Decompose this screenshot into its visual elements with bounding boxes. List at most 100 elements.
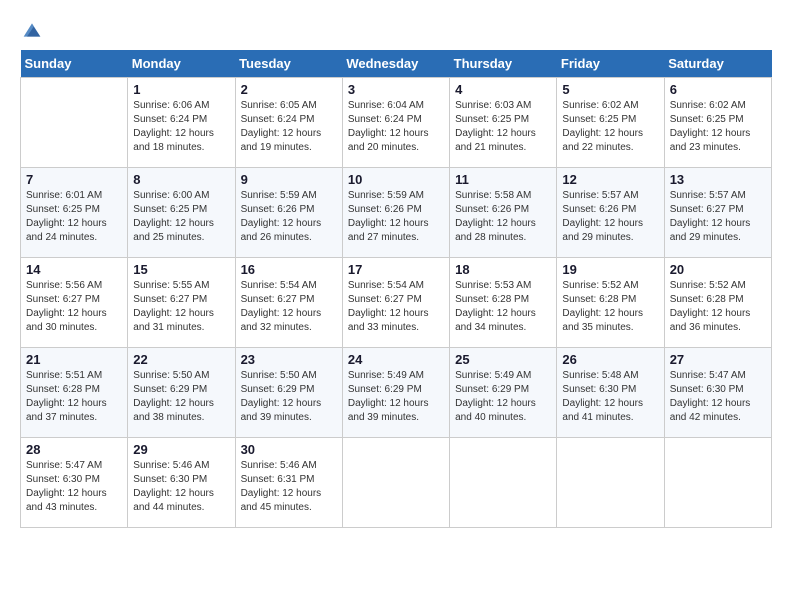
- day-info: Sunrise: 6:02 AMSunset: 6:25 PMDaylight:…: [562, 99, 658, 155]
- calendar-cell: 29 Sunrise: 5:46 AMSunset: 6:30 PMDayligh…: [128, 438, 235, 528]
- calendar-cell: 2 Sunrise: 6:05 AMSunset: 6:24 PMDaylight…: [235, 78, 342, 168]
- calendar-cell: 19 Sunrise: 5:52 AMSunset: 6:28 PMDayligh…: [557, 258, 664, 348]
- day-number: 2: [241, 82, 337, 97]
- day-info: Sunrise: 5:52 AMSunset: 6:28 PMDaylight:…: [562, 279, 658, 335]
- calendar-body: 1 Sunrise: 6:06 AMSunset: 6:24 PMDaylight…: [21, 78, 772, 528]
- day-info: Sunrise: 6:02 AMSunset: 6:25 PMDaylight:…: [670, 99, 766, 155]
- day-info: Sunrise: 5:46 AMSunset: 6:31 PMDaylight:…: [241, 459, 337, 515]
- weekday-row: SundayMondayTuesdayWednesdayThursdayFrid…: [21, 50, 772, 78]
- calendar-cell: 18Sunrise: 5:53 AMSunset: 6:28 PMDayligh…: [450, 258, 557, 348]
- calendar-cell: 1 Sunrise: 6:06 AMSunset: 6:24 PMDaylight…: [128, 78, 235, 168]
- day-info: Sunrise: 5:54 AMSunset: 6:27 PMDaylight:…: [241, 279, 337, 335]
- week-row-2: 14Sunrise: 5:56 AMSunset: 6:27 PMDayligh…: [21, 258, 772, 348]
- calendar-cell: 4Sunrise: 6:03 AMSunset: 6:25 PMDaylight…: [450, 78, 557, 168]
- calendar-cell: 7 Sunrise: 6:01 AMSunset: 6:25 PMDaylight…: [21, 168, 128, 258]
- weekday-header-thursday: Thursday: [450, 50, 557, 78]
- calendar-cell: 20 Sunrise: 5:52 AMSunset: 6:28 PMDayligh…: [664, 258, 771, 348]
- logo-icon: [22, 20, 42, 40]
- week-row-4: 28 Sunrise: 5:47 AMSunset: 6:30 PMDayligh…: [21, 438, 772, 528]
- day-number: 30: [241, 442, 337, 457]
- calendar-table: SundayMondayTuesdayWednesdayThursdayFrid…: [20, 50, 772, 528]
- day-info: Sunrise: 5:55 AMSunset: 6:27 PMDaylight:…: [133, 279, 229, 335]
- calendar-cell: 14Sunrise: 5:56 AMSunset: 6:27 PMDayligh…: [21, 258, 128, 348]
- day-info: Sunrise: 6:00 AMSunset: 6:25 PMDaylight:…: [133, 189, 229, 245]
- calendar-header: SundayMondayTuesdayWednesdayThursdayFrid…: [21, 50, 772, 78]
- calendar-cell: 26 Sunrise: 5:48 AMSunset: 6:30 PMDayligh…: [557, 348, 664, 438]
- day-info: Sunrise: 5:49 AMSunset: 6:29 PMDaylight:…: [348, 369, 444, 425]
- day-info: Sunrise: 5:49 AMSunset: 6:29 PMDaylight:…: [455, 369, 551, 425]
- day-number: 7: [26, 172, 122, 187]
- day-info: Sunrise: 5:50 AMSunset: 6:29 PMDaylight:…: [241, 369, 337, 425]
- calendar-cell: 25 Sunrise: 5:49 AMSunset: 6:29 PMDayligh…: [450, 348, 557, 438]
- calendar-cell: 10 Sunrise: 5:59 AMSunset: 6:26 PMDayligh…: [342, 168, 449, 258]
- calendar-cell: 11 Sunrise: 5:58 AMSunset: 6:26 PMDayligh…: [450, 168, 557, 258]
- day-info: Sunrise: 6:06 AMSunset: 6:24 PMDaylight:…: [133, 99, 229, 155]
- calendar-cell: 16 Sunrise: 5:54 AMSunset: 6:27 PMDayligh…: [235, 258, 342, 348]
- day-number: 10: [348, 172, 444, 187]
- day-number: 5: [562, 82, 658, 97]
- page-header: [20, 20, 772, 40]
- calendar-cell: 3 Sunrise: 6:04 AMSunset: 6:24 PMDaylight…: [342, 78, 449, 168]
- calendar-cell: 24 Sunrise: 5:49 AMSunset: 6:29 PMDayligh…: [342, 348, 449, 438]
- calendar-cell: 17 Sunrise: 5:54 AMSunset: 6:27 PMDayligh…: [342, 258, 449, 348]
- day-info: Sunrise: 5:57 AMSunset: 6:26 PMDaylight:…: [562, 189, 658, 245]
- day-number: 9: [241, 172, 337, 187]
- day-info: Sunrise: 5:58 AMSunset: 6:26 PMDaylight:…: [455, 189, 551, 245]
- day-number: 28: [26, 442, 122, 457]
- day-info: Sunrise: 5:59 AMSunset: 6:26 PMDaylight:…: [241, 189, 337, 245]
- weekday-header-friday: Friday: [557, 50, 664, 78]
- day-number: 29: [133, 442, 229, 457]
- day-number: 18: [455, 262, 551, 277]
- day-info: Sunrise: 6:05 AMSunset: 6:24 PMDaylight:…: [241, 99, 337, 155]
- calendar-cell: 6 Sunrise: 6:02 AMSunset: 6:25 PMDaylight…: [664, 78, 771, 168]
- day-info: Sunrise: 5:46 AMSunset: 6:30 PMDaylight:…: [133, 459, 229, 515]
- weekday-header-saturday: Saturday: [664, 50, 771, 78]
- day-number: 27: [670, 352, 766, 367]
- day-number: 22: [133, 352, 229, 367]
- calendar-cell: 8 Sunrise: 6:00 AMSunset: 6:25 PMDaylight…: [128, 168, 235, 258]
- calendar-cell: [342, 438, 449, 528]
- calendar-cell: [664, 438, 771, 528]
- day-number: 8: [133, 172, 229, 187]
- day-info: Sunrise: 5:48 AMSunset: 6:30 PMDaylight:…: [562, 369, 658, 425]
- day-info: Sunrise: 5:47 AMSunset: 6:30 PMDaylight:…: [26, 459, 122, 515]
- weekday-header-monday: Monday: [128, 50, 235, 78]
- weekday-header-tuesday: Tuesday: [235, 50, 342, 78]
- calendar-cell: 23 Sunrise: 5:50 AMSunset: 6:29 PMDayligh…: [235, 348, 342, 438]
- week-row-0: 1 Sunrise: 6:06 AMSunset: 6:24 PMDaylight…: [21, 78, 772, 168]
- day-info: Sunrise: 5:54 AMSunset: 6:27 PMDaylight:…: [348, 279, 444, 335]
- calendar-cell: 21Sunrise: 5:51 AMSunset: 6:28 PMDayligh…: [21, 348, 128, 438]
- day-info: Sunrise: 5:57 AMSunset: 6:27 PMDaylight:…: [670, 189, 766, 245]
- day-number: 24: [348, 352, 444, 367]
- weekday-header-wednesday: Wednesday: [342, 50, 449, 78]
- calendar-cell: 9 Sunrise: 5:59 AMSunset: 6:26 PMDaylight…: [235, 168, 342, 258]
- week-row-1: 7 Sunrise: 6:01 AMSunset: 6:25 PMDaylight…: [21, 168, 772, 258]
- day-info: Sunrise: 5:59 AMSunset: 6:26 PMDaylight:…: [348, 189, 444, 245]
- day-number: 25: [455, 352, 551, 367]
- calendar-cell: [450, 438, 557, 528]
- day-number: 19: [562, 262, 658, 277]
- day-info: Sunrise: 5:52 AMSunset: 6:28 PMDaylight:…: [670, 279, 766, 335]
- day-number: 3: [348, 82, 444, 97]
- day-number: 21: [26, 352, 122, 367]
- day-number: 14: [26, 262, 122, 277]
- day-info: Sunrise: 5:47 AMSunset: 6:30 PMDaylight:…: [670, 369, 766, 425]
- day-number: 20: [670, 262, 766, 277]
- calendar-cell: 30 Sunrise: 5:46 AMSunset: 6:31 PMDayligh…: [235, 438, 342, 528]
- calendar-cell: 5 Sunrise: 6:02 AMSunset: 6:25 PMDaylight…: [557, 78, 664, 168]
- day-info: Sunrise: 6:04 AMSunset: 6:24 PMDaylight:…: [348, 99, 444, 155]
- calendar-cell: [21, 78, 128, 168]
- calendar-cell: 27 Sunrise: 5:47 AMSunset: 6:30 PMDayligh…: [664, 348, 771, 438]
- day-number: 26: [562, 352, 658, 367]
- day-number: 23: [241, 352, 337, 367]
- day-number: 17: [348, 262, 444, 277]
- day-info: Sunrise: 6:01 AMSunset: 6:25 PMDaylight:…: [26, 189, 122, 245]
- day-number: 4: [455, 82, 551, 97]
- day-number: 11: [455, 172, 551, 187]
- day-number: 1: [133, 82, 229, 97]
- calendar-cell: 15Sunrise: 5:55 AMSunset: 6:27 PMDayligh…: [128, 258, 235, 348]
- day-number: 16: [241, 262, 337, 277]
- logo: [20, 20, 42, 40]
- weekday-header-sunday: Sunday: [21, 50, 128, 78]
- day-number: 6: [670, 82, 766, 97]
